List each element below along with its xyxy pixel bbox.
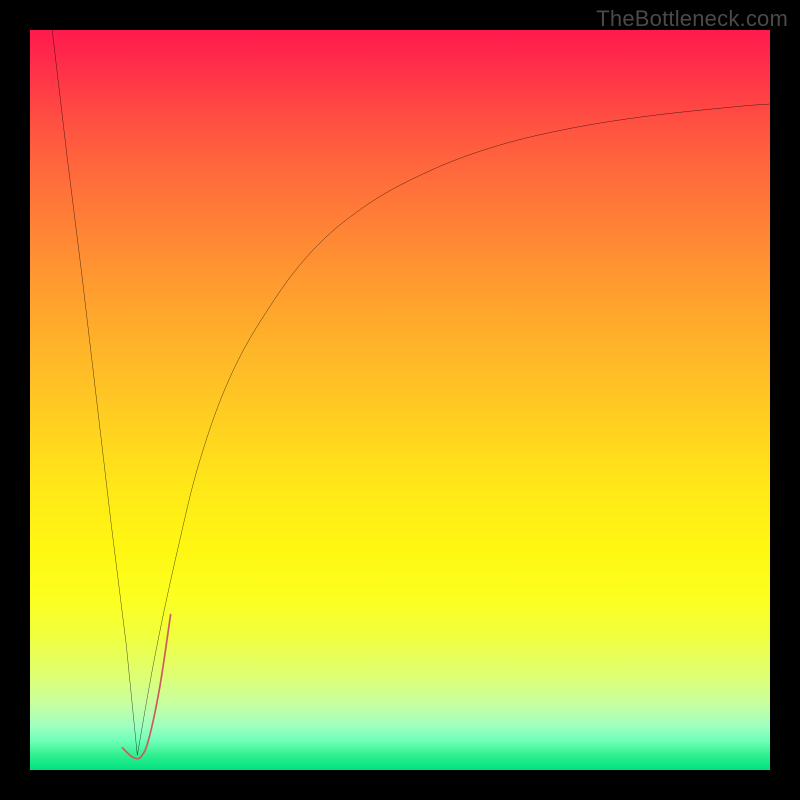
watermark-text: TheBottleneck.com	[596, 6, 788, 32]
curve-overlay	[30, 30, 770, 770]
accent-hook-line	[123, 615, 171, 759]
chart-frame: TheBottleneck.com	[0, 0, 800, 800]
right-branch-line	[137, 104, 770, 755]
left-branch-line	[52, 30, 137, 755]
